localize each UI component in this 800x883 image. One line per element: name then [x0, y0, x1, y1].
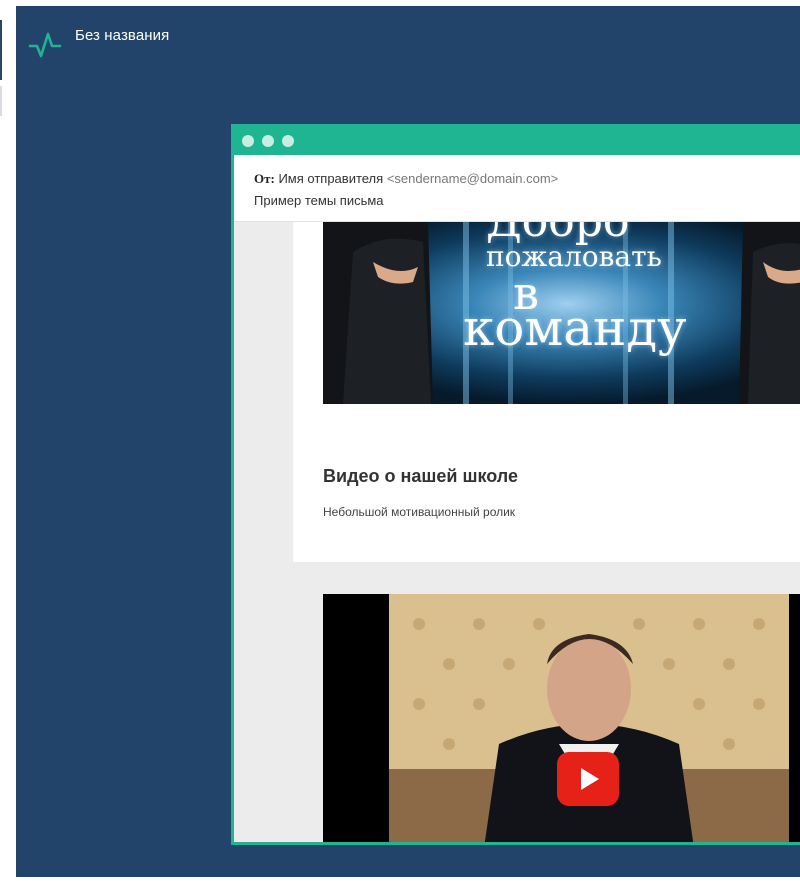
window-dot-maximize: [282, 135, 294, 147]
bottom-strip: [0, 877, 800, 883]
window-titlebar: [234, 127, 800, 155]
from-line: От: Имя отправителя <sendername@domain.c…: [254, 171, 558, 187]
video-embed[interactable]: [323, 594, 800, 842]
email-preview-window: От: Имя отправителя <sendername@domain.c…: [231, 124, 800, 845]
sender-name: Имя отправителя: [278, 171, 384, 186]
gutter-marker: [0, 20, 2, 80]
left-gutter: [0, 0, 16, 883]
gutter-marker-secondary: [0, 86, 2, 116]
pulse-icon[interactable]: [28, 26, 62, 60]
email-body[interactable]: Добро пожаловать в команду Видео о нашей…: [234, 222, 800, 842]
top-bar: Без названия: [16, 6, 800, 62]
from-label: От:: [254, 171, 275, 186]
document-title[interactable]: Без названия: [75, 27, 169, 44]
section-subtitle: Небольшой мотивационный ролик: [323, 505, 516, 519]
section-title: Видео о нашей школе: [323, 466, 518, 486]
play-icon[interactable]: [557, 752, 619, 806]
banner-text: Добро пожаловать в команду: [323, 222, 800, 404]
email-subject: Пример темы письма: [254, 193, 384, 208]
sender-email: <sendername@domain.com>: [386, 171, 559, 186]
content-card: Добро пожаловать в команду Видео о нашей…: [293, 222, 800, 562]
email-header: От: Имя отправителя <sendername@domain.c…: [234, 155, 800, 222]
window-dot-close: [242, 135, 254, 147]
video-thumbnail-image: [389, 594, 789, 842]
app-canvas: Без названия От: Имя отправителя <sender…: [16, 6, 800, 883]
video-thumbnail: [389, 594, 789, 842]
banner-line-4: команду: [463, 299, 687, 357]
window-dot-minimize: [262, 135, 274, 147]
welcome-banner-image: Добро пожаловать в команду: [323, 222, 800, 404]
